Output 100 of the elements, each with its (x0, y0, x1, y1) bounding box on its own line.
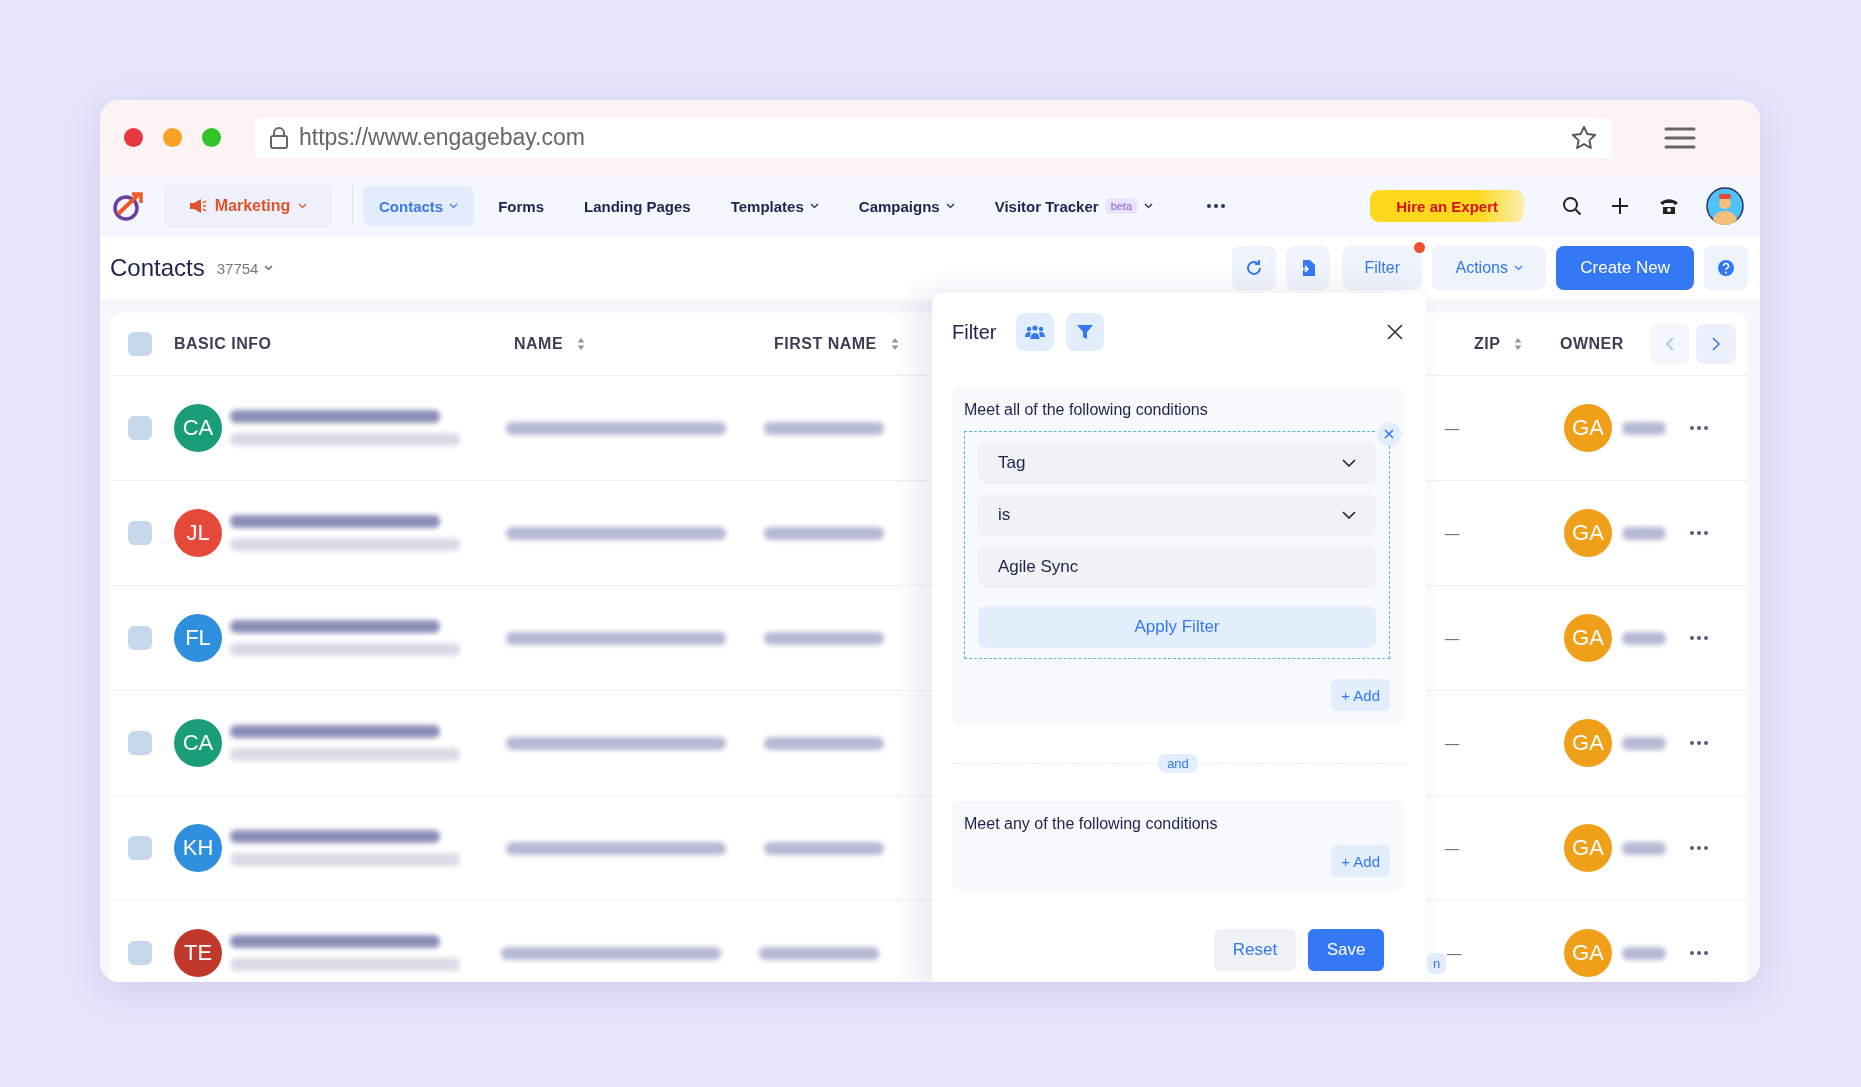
star-icon[interactable] (1570, 123, 1598, 152)
logo-icon[interactable] (112, 190, 146, 222)
contact-avatar: CA (174, 719, 222, 767)
nav-tab[interactable]: Landing Pages (568, 186, 707, 226)
more-icon[interactable] (1690, 426, 1708, 430)
count-dropdown[interactable]: 37754 (210, 258, 280, 278)
import-icon (1300, 259, 1317, 277)
sort-icon[interactable] (890, 337, 899, 351)
help-icon (1717, 259, 1735, 277)
column-header[interactable]: NAME (514, 335, 564, 353)
url-text: https://www.engagebay.com (299, 124, 585, 151)
search-icon[interactable] (1562, 196, 1582, 216)
contact-avatar: TE (174, 929, 222, 977)
blurred-owner-name (1622, 736, 1666, 750)
maximize-dot[interactable] (202, 128, 221, 147)
close-icon[interactable] (1386, 323, 1404, 341)
refresh-icon (1245, 259, 1264, 277)
apply-filter-button[interactable]: Apply Filter (978, 606, 1376, 648)
reset-button[interactable]: Reset (1214, 929, 1296, 971)
zip-cell-text: — (1444, 733, 1461, 753)
beta-badge: beta (1104, 198, 1139, 214)
row-checkbox[interactable] (128, 626, 152, 650)
funnel-icon[interactable] (1066, 313, 1105, 351)
owner-avatar: GA (1564, 614, 1612, 662)
chevron-down-icon (1342, 459, 1356, 467)
select-all-checkbox[interactable] (128, 332, 152, 356)
contact-avatar: JL (174, 509, 222, 557)
nav-tab[interactable]: Visitor Tracker beta (978, 186, 1170, 226)
operator-select[interactable]: is (978, 494, 1376, 536)
more-icon[interactable] (1690, 951, 1708, 955)
hire-expert-button[interactable]: Hire an Expert (1370, 190, 1524, 222)
create-new-button[interactable]: Create New (1556, 246, 1694, 290)
blurred-owner-name (1622, 421, 1666, 435)
megaphone-icon (188, 198, 207, 214)
zip-cell-text: — (1444, 628, 1461, 648)
value-field[interactable]: Agile Sync (978, 546, 1376, 588)
phone-icon[interactable] (1658, 196, 1680, 216)
more-icon[interactable] (1690, 531, 1708, 535)
owner-avatar: GA (1564, 719, 1612, 767)
group-heading: Meet all of the following conditions (964, 401, 1209, 419)
page-title: Contacts (110, 254, 205, 282)
more-icon[interactable] (1690, 636, 1708, 640)
zip-cell-text: — (1446, 943, 1464, 963)
add-button[interactable]: + Add (1331, 845, 1390, 877)
row-checkbox[interactable] (128, 836, 152, 860)
blurred-owner-name (1622, 841, 1666, 855)
column-header[interactable]: ZIP (1474, 335, 1501, 353)
plus-icon[interactable] (1610, 196, 1630, 216)
remove-icon[interactable] (1377, 422, 1401, 446)
zip-cell-text: — (1444, 418, 1461, 438)
group-heading: Meet any of the following conditions (964, 815, 1219, 833)
import-button[interactable] (1286, 246, 1331, 290)
nav-tab[interactable]: Forms (482, 186, 561, 226)
sort-icon[interactable] (577, 337, 586, 351)
sort-icon[interactable] (1514, 337, 1523, 351)
blurred-owner-name (1622, 526, 1666, 540)
contact-avatar: KH (174, 824, 222, 872)
zip-cell-text: — (1444, 523, 1461, 543)
chevron-left-icon (1666, 337, 1674, 351)
minimize-dot[interactable] (163, 128, 182, 147)
user-avatar[interactable] (1706, 187, 1744, 225)
more-icon[interactable] (1690, 846, 1708, 850)
nav-tab[interactable]: Templates (714, 186, 835, 226)
contact-avatar: FL (174, 614, 222, 662)
chevron-right-icon (1712, 337, 1720, 351)
refresh-button[interactable] (1232, 246, 1277, 290)
zip-cell-text: — (1444, 838, 1461, 858)
row-checkbox[interactable] (128, 521, 152, 545)
nav-tab[interactable]: Campaigns (842, 186, 971, 226)
contact-avatar: CA (174, 404, 222, 452)
blurred-owner-name (1622, 946, 1666, 960)
more-icon[interactable] (1207, 204, 1226, 208)
add-button[interactable]: + Add (1331, 679, 1390, 711)
owner-avatar: GA (1564, 404, 1612, 452)
column-header[interactable]: OWNER (1560, 335, 1624, 353)
field-select[interactable]: Tag (978, 442, 1376, 484)
row-checkbox[interactable] (128, 941, 152, 965)
owner-avatar: GA (1564, 509, 1612, 557)
more-icon[interactable] (1690, 741, 1708, 745)
panel-title: Filter (952, 320, 997, 344)
tag-badge: n (1426, 952, 1447, 974)
next-button[interactable] (1696, 324, 1736, 364)
people-icon[interactable] (1016, 313, 1055, 351)
menu-icon[interactable] (1664, 125, 1696, 150)
address-bar[interactable]: https://www.engagebay.com (255, 117, 1612, 158)
lock-icon (269, 125, 289, 150)
row-checkbox[interactable] (128, 731, 152, 755)
column-header[interactable]: FIRST NAME (774, 335, 877, 353)
caret-icon (298, 203, 308, 209)
caret-icon (1513, 265, 1523, 271)
caret-icon (264, 265, 274, 271)
actions-button[interactable]: Actions (1432, 246, 1547, 290)
owner-avatar: GA (1564, 824, 1612, 872)
save-button[interactable]: Save (1308, 929, 1384, 971)
help-button[interactable] (1704, 246, 1748, 290)
blurred-owner-name (1622, 631, 1666, 645)
column-header[interactable]: BASIC INFO (174, 335, 272, 353)
and-badge: and (1158, 754, 1198, 773)
row-checkbox[interactable] (128, 416, 152, 440)
close-dot[interactable] (124, 128, 143, 147)
